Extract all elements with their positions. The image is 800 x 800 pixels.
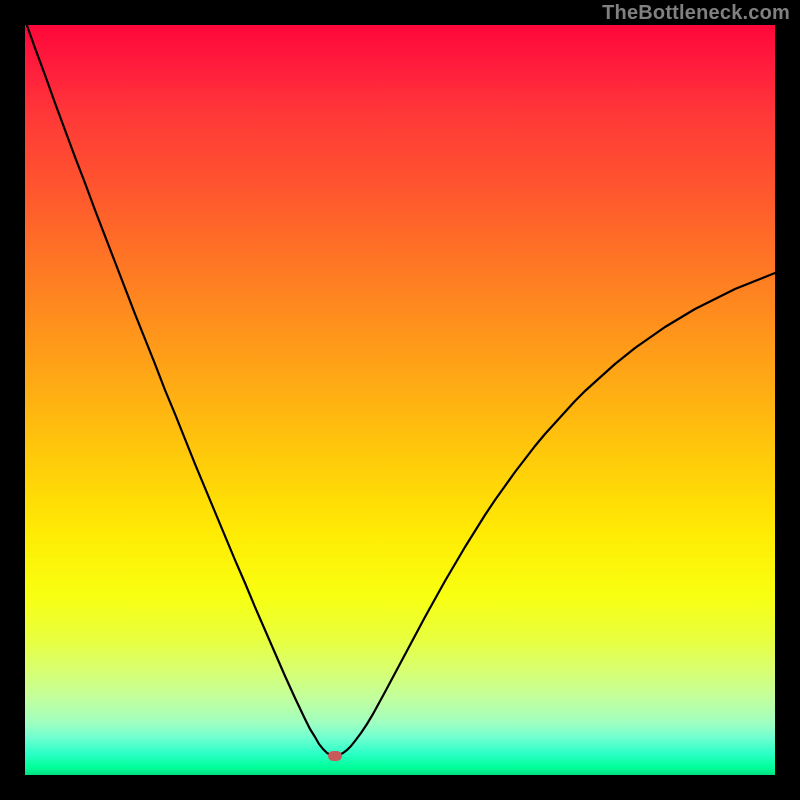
bottleneck-curve bbox=[25, 25, 775, 756]
chart-frame: TheBottleneck.com bbox=[0, 0, 800, 800]
curve-svg bbox=[25, 25, 775, 775]
plot-area bbox=[25, 25, 775, 775]
min-marker bbox=[328, 751, 342, 761]
attribution-label: TheBottleneck.com bbox=[602, 2, 790, 25]
